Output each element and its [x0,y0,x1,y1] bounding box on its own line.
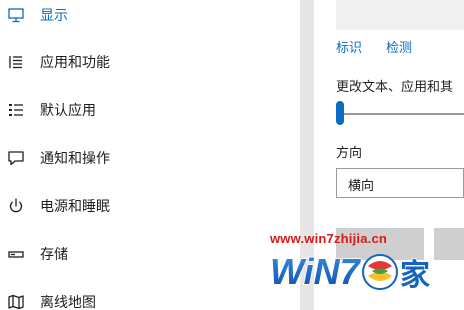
sidebar-item-apps-features[interactable]: 应用和功能 [0,44,300,80]
orientation-selected-value: 横向 [348,179,375,194]
sidebar-item-label: 存储 [40,247,68,263]
scale-slider-track[interactable] [336,113,464,115]
sidebar-item-default-apps[interactable]: 默认应用 [0,92,300,128]
sidebar-item-label: 显示 [40,8,68,24]
svg-text:WiN7: WiN7 [270,251,362,292]
identify-link[interactable]: 标识 [336,37,362,56]
scale-slider-thumb[interactable] [336,101,344,125]
map-icon [7,293,25,310]
site-watermark: www.win7zhijia.cn WiN7 家 [262,228,442,298]
sidebar-item-label: 通知和操作 [40,151,110,167]
sidebar-item-display[interactable]: 显示 [0,0,300,33]
power-icon [7,197,25,215]
orientation-dropdown[interactable]: 横向 [336,168,464,198]
sidebar-item-label: 电源和睡眠 [40,199,110,215]
sidebar-item-notifications[interactable]: 通知和操作 [0,140,300,176]
display-preview-area [336,0,464,30]
watermark-url: www.win7zhijia.cn [270,231,388,246]
sidebar-item-power-sleep[interactable]: 电源和睡眠 [0,188,300,224]
apps-list-icon [7,53,25,71]
sidebar-item-storage[interactable]: 存储 [0,236,300,272]
sidebar-item-offline-maps[interactable]: 离线地图 [0,284,300,310]
watermark-logo: WiN7 家 [269,250,430,293]
monitor-icon [7,6,25,24]
orientation-label: 方向 [336,146,363,161]
sidebar-item-label: 离线地图 [40,295,96,310]
default-apps-icon [7,101,25,119]
notification-icon [7,149,25,167]
svg-text:家: 家 [400,258,430,293]
detect-link[interactable]: 检测 [386,37,412,56]
storage-icon [7,245,25,263]
settings-sidebar: 显示 应用和功能 默认应用 通知和操作 电源和睡眠 存储 离线地图 [0,0,300,310]
scale-label: 更改文本、应用和其 [336,80,454,95]
sidebar-item-label: 默认应用 [40,103,96,119]
sidebar-item-label: 应用和功能 [40,55,110,71]
